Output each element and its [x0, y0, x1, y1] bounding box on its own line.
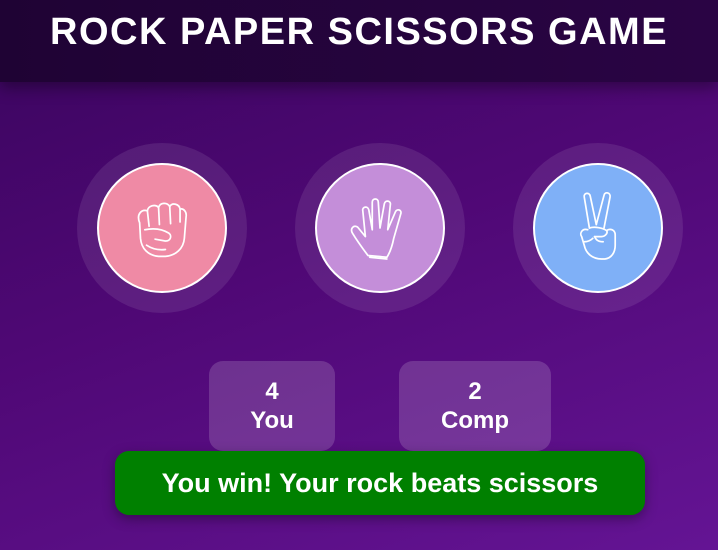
- result-message: You win! Your rock beats scissors: [115, 451, 645, 515]
- paper-choice-ring: [295, 143, 465, 313]
- paper-choice-button[interactable]: [315, 163, 445, 293]
- scissors-choice-button[interactable]: [533, 163, 663, 293]
- computer-score-value: 2: [468, 378, 482, 405]
- user-score-label: You: [250, 407, 294, 434]
- rock-choice-button[interactable]: [97, 163, 227, 293]
- computer-score-label: Comp: [441, 407, 509, 434]
- user-score-value: 4: [265, 378, 279, 405]
- user-score-box: 4 You: [209, 361, 335, 451]
- rock-choice-ring: [77, 143, 247, 313]
- open-hand-icon: [350, 198, 402, 260]
- fist-icon: [137, 202, 188, 258]
- header-bar: ROCK PAPER SCISSORS GAME: [0, 0, 718, 82]
- page-title: ROCK PAPER SCISSORS GAME: [50, 11, 669, 53]
- victory-hand-icon: [579, 191, 617, 260]
- scissors-choice-ring: [513, 143, 683, 313]
- computer-score-box: 2 Comp: [399, 361, 551, 451]
